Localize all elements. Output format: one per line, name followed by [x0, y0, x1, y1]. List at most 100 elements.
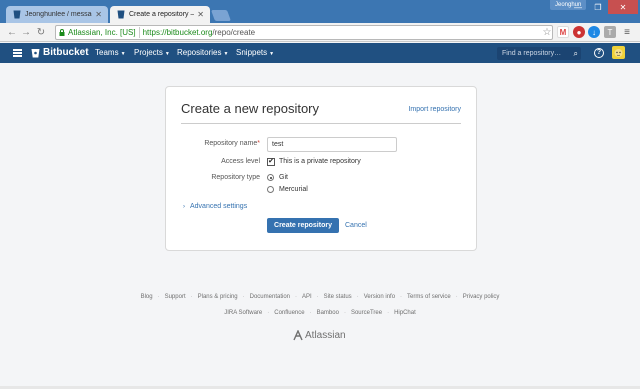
- footer-link-hipchat[interactable]: HipChat: [394, 310, 416, 316]
- tab-close-icon[interactable]: ✕: [197, 10, 204, 19]
- window-close-icon[interactable]: ✕: [608, 0, 638, 14]
- browser-titlebar: Jeonghunlee / messagin ✕ Create a reposi…: [0, 0, 640, 23]
- separator: ·: [295, 294, 297, 300]
- separator: ·: [400, 294, 403, 300]
- caret-down-icon: ▼: [120, 51, 126, 57]
- footer-link-plans[interactable]: Plans & pricing: [198, 294, 238, 300]
- footer-link-sourcetree[interactable]: SourceTree: [351, 310, 382, 316]
- minimize-icon[interactable]: —: [568, 0, 588, 14]
- separator: ·: [387, 310, 390, 316]
- atlassian-logo[interactable]: Atlassian: [293, 330, 346, 341]
- footer-links: Blog · Support · Plans & pricing · Documentati…: [0, 294, 640, 300]
- bitbucket-favicon-icon: [12, 10, 21, 19]
- footer-link-confluence[interactable]: Confluence: [274, 310, 304, 316]
- caret-down-icon: ▼: [164, 51, 170, 57]
- nav-snippets[interactable]: Snippets ▼: [236, 48, 274, 57]
- separator: ·: [242, 294, 245, 300]
- browser-toolbar: ← → ↻ Atlassian, Inc. [US] https://bitbu…: [0, 23, 640, 42]
- repository-name-input[interactable]: test: [267, 137, 397, 152]
- footer-link-api[interactable]: API: [302, 294, 312, 300]
- separator: ·: [343, 310, 346, 316]
- t-extension-icon[interactable]: T: [604, 26, 616, 38]
- separator: ·: [356, 294, 359, 300]
- address-bar[interactable]: Atlassian, Inc. [US] https://bitbucket.o…: [55, 25, 553, 40]
- menu-icon[interactable]: ≡: [621, 26, 633, 38]
- tab-title: Create a repository — B: [129, 11, 194, 18]
- atlassian-icon: [293, 330, 303, 341]
- back-arrow-icon[interactable]: ←: [6, 27, 18, 39]
- footer-link-jira[interactable]: JIRA Software: [224, 310, 262, 316]
- gmail-extension-icon[interactable]: M: [557, 26, 569, 38]
- brand-name: Bitbucket: [43, 47, 89, 58]
- nav-projects[interactable]: Projects ▼: [134, 48, 170, 57]
- atlassian-brand: Atlassian: [305, 330, 346, 341]
- search-icon: ⌕: [573, 49, 578, 58]
- separator: ·: [267, 310, 270, 316]
- nav-label: Snippets: [236, 48, 268, 57]
- footer-link-blog[interactable]: Blog: [141, 294, 153, 300]
- new-tab-button[interactable]: [210, 10, 232, 21]
- nav-label: Repositories: [177, 48, 222, 57]
- caret-down-icon: ▼: [223, 51, 229, 57]
- footer-link-bamboo[interactable]: Bamboo: [317, 310, 339, 316]
- mercurial-option-label[interactable]: Mercurial: [279, 186, 308, 193]
- nav-label: Projects: [134, 48, 163, 57]
- download-extension-icon[interactable]: ↓: [588, 26, 600, 38]
- access-level-label: Access level: [221, 158, 260, 165]
- repository-name-label: Repository name*: [166, 140, 260, 147]
- private-repository-label[interactable]: This is a private repository: [279, 158, 361, 165]
- advanced-settings-label: Advanced settings: [190, 203, 248, 210]
- url-text: https://bitbucket.org/repo/create: [140, 28, 256, 37]
- bookmark-star-icon[interactable]: ☆: [541, 26, 553, 38]
- browser-tab-create-repository[interactable]: Create a repository — B ✕: [110, 6, 210, 23]
- divider: [181, 123, 461, 124]
- repository-type-label: Repository type: [211, 174, 260, 181]
- nav-label: Teams: [95, 48, 119, 57]
- nav-repositories[interactable]: Repositories ▼: [177, 48, 228, 57]
- page-title: Create a new repository: [181, 101, 320, 116]
- tab-close-icon[interactable]: ✕: [95, 10, 102, 19]
- advanced-settings-toggle[interactable]: › Advanced settings: [183, 203, 247, 210]
- bitbucket-favicon-icon: [116, 10, 125, 19]
- create-repository-button[interactable]: Create repository: [267, 218, 339, 233]
- nav-teams[interactable]: Teams ▼: [95, 48, 126, 57]
- security-label: Atlassian, Inc. [US]: [68, 28, 136, 37]
- footer-product-links: JIRA Software · Confluence · Bamboo · SourceTr…: [0, 310, 640, 316]
- reload-icon[interactable]: ↻: [35, 27, 47, 39]
- bitbucket-header: Bitbucket Teams ▼ Projects ▼ Repositories ▼…: [0, 43, 640, 63]
- browser-tab-messaging[interactable]: Jeonghunlee / messagin ✕: [6, 6, 108, 23]
- forward-arrow-icon[interactable]: →: [20, 27, 32, 39]
- caret-down-icon: ▼: [269, 51, 275, 57]
- separator: ·: [316, 294, 319, 300]
- bucket-icon: [31, 48, 40, 57]
- footer-link-documentation[interactable]: Documentation: [250, 294, 290, 300]
- footer-link-privacy[interactable]: Privacy policy: [463, 294, 500, 300]
- footer-link-support[interactable]: Support: [165, 294, 186, 300]
- mercurial-radio[interactable]: [267, 186, 274, 193]
- help-icon[interactable]: ?: [594, 48, 604, 58]
- separator: ·: [455, 294, 458, 300]
- window-controls: — ❐ ✕: [568, 0, 638, 14]
- secure-site-indicator[interactable]: Atlassian, Inc. [US]: [56, 27, 140, 38]
- git-radio[interactable]: [267, 174, 274, 181]
- required-marker: *: [257, 140, 260, 147]
- avatar[interactable]: [612, 46, 625, 59]
- separator: ·: [309, 310, 312, 316]
- url-host: https://bitbucket.org: [142, 28, 213, 37]
- lock-icon: [59, 29, 65, 36]
- separator: ·: [190, 294, 193, 300]
- footer-link-version-info[interactable]: Version info: [364, 294, 395, 300]
- bitbucket-logo[interactable]: Bitbucket: [31, 47, 89, 58]
- git-option-label[interactable]: Git: [279, 174, 288, 181]
- hamburger-menu-icon[interactable]: [13, 49, 22, 57]
- separator: ·: [157, 294, 160, 300]
- footer-link-site-status[interactable]: Site status: [324, 294, 352, 300]
- red-extension-icon[interactable]: ●: [573, 26, 585, 38]
- maximize-icon[interactable]: ❐: [588, 0, 608, 14]
- label-text: Repository name: [204, 140, 258, 147]
- footer-link-terms[interactable]: Terms of service: [407, 294, 451, 300]
- import-repository-link[interactable]: Import repository: [408, 106, 461, 113]
- repository-search-input[interactable]: Find a repository… ⌕: [497, 47, 581, 60]
- private-repository-checkbox[interactable]: ✔: [267, 158, 275, 166]
- cancel-link[interactable]: Cancel: [345, 222, 367, 229]
